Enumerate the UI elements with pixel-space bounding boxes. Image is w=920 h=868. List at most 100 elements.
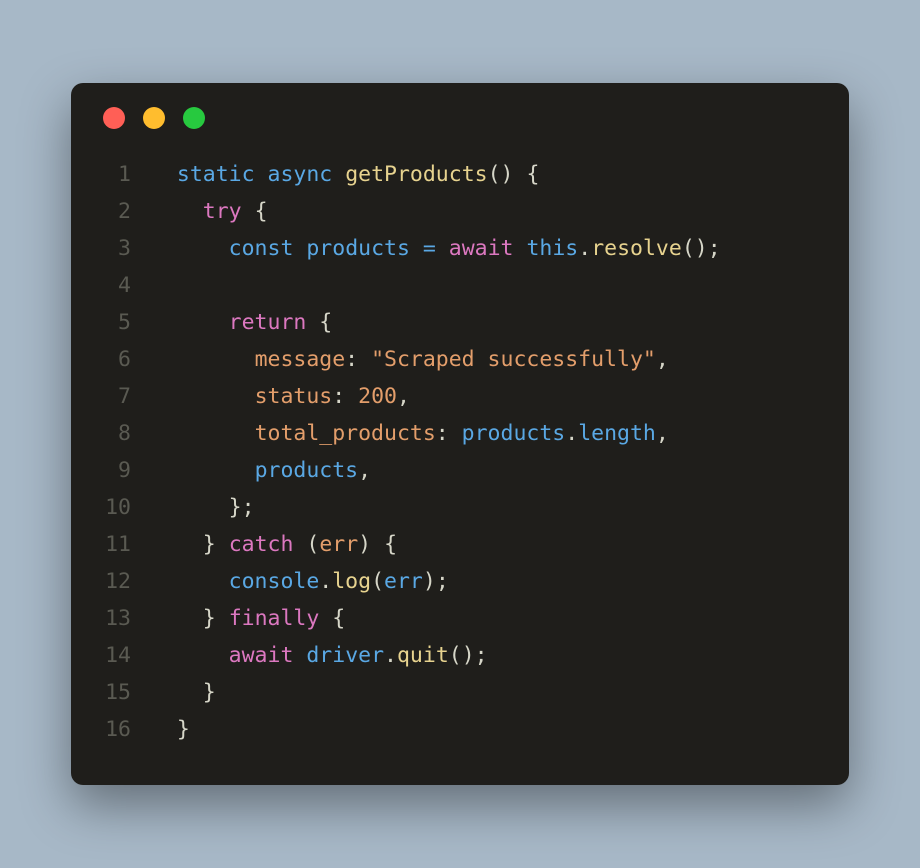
code-content: console.log(err); [151, 564, 449, 601]
token [151, 680, 203, 705]
code-content: } finally { [151, 601, 345, 638]
code-line: 7 status: 200, [95, 379, 825, 416]
code-line: 2 try { [95, 194, 825, 231]
token: total_products [255, 421, 436, 446]
token [293, 236, 306, 261]
maximize-icon[interactable] [183, 107, 205, 129]
code-line: 1 static async getProducts() { [95, 157, 825, 194]
code-content: return { [151, 305, 332, 342]
token [151, 717, 177, 742]
token: catch [229, 532, 294, 557]
code-line: 8 total_products: products.length, [95, 416, 825, 453]
line-number: 1 [95, 157, 151, 194]
line-number: 14 [95, 638, 151, 675]
token: } [203, 680, 216, 705]
token: driver [306, 643, 384, 668]
code-content: message: "Scraped successfully", [151, 342, 669, 379]
token: ( [306, 532, 319, 557]
code-line: 15 } [95, 675, 825, 712]
token [151, 569, 229, 594]
code-line: 3 const products = await this.resolve(); [95, 231, 825, 268]
token: quit [397, 643, 449, 668]
token [410, 236, 423, 261]
token: : [436, 421, 462, 446]
token: } [203, 532, 216, 557]
code-line: 5 return { [95, 305, 825, 342]
token: await [229, 643, 294, 668]
token: "Scraped successfully" [371, 347, 656, 372]
code-line: 6 message: "Scraped successfully", [95, 342, 825, 379]
token: , [656, 347, 669, 372]
code-line: 16 } [95, 712, 825, 749]
line-number: 6 [95, 342, 151, 379]
token: await [449, 236, 514, 261]
token: { [332, 606, 345, 631]
token: }; [229, 495, 255, 520]
token [293, 532, 306, 557]
line-number: 11 [95, 527, 151, 564]
code-line: 11 } catch (err) { [95, 527, 825, 564]
line-number: 10 [95, 490, 151, 527]
token: const [229, 236, 294, 261]
code-content: }; [151, 490, 255, 527]
line-number: 3 [95, 231, 151, 268]
code-line: 9 products, [95, 453, 825, 490]
token: { [384, 532, 397, 557]
line-number: 9 [95, 453, 151, 490]
code-content: static async getProducts() { [151, 157, 539, 194]
close-icon[interactable] [103, 107, 125, 129]
code-line: 12 console.log(err); [95, 564, 825, 601]
code-content: try { [151, 194, 268, 231]
token: err [319, 532, 358, 557]
token: log [332, 569, 371, 594]
token: finally [229, 606, 320, 631]
code-content: status: 200, [151, 379, 410, 416]
token [514, 236, 527, 261]
code-line: 14 await driver.quit(); [95, 638, 825, 675]
token [151, 421, 255, 446]
token: products [255, 458, 359, 483]
line-number: 8 [95, 416, 151, 453]
token: , [656, 421, 669, 446]
token: 200 [358, 384, 397, 409]
token [255, 162, 268, 187]
token: : [345, 347, 371, 372]
token [371, 532, 384, 557]
minimize-icon[interactable] [143, 107, 165, 129]
token [242, 199, 255, 224]
token: ( [371, 569, 384, 594]
token: { [526, 162, 539, 187]
token [436, 236, 449, 261]
token [151, 347, 255, 372]
token: resolve [591, 236, 682, 261]
line-number: 13 [95, 601, 151, 638]
line-number: 7 [95, 379, 151, 416]
code-content: products, [151, 453, 371, 490]
token: } [203, 606, 216, 631]
token: } [177, 717, 190, 742]
token: , [358, 458, 371, 483]
token: length [578, 421, 656, 446]
token: getProducts [345, 162, 487, 187]
token: products [306, 236, 410, 261]
token [319, 606, 332, 631]
token: message [255, 347, 346, 372]
line-number: 2 [95, 194, 151, 231]
code-content: } catch (err) { [151, 527, 397, 564]
token: (); [682, 236, 721, 261]
token: : [332, 384, 358, 409]
token: ) [358, 532, 371, 557]
code-line: 4 [95, 268, 825, 305]
token: console [229, 569, 320, 594]
token: = [423, 236, 436, 261]
token [151, 236, 229, 261]
token [306, 310, 319, 335]
token [151, 532, 203, 557]
line-number: 5 [95, 305, 151, 342]
token: . [384, 643, 397, 668]
token: async [268, 162, 333, 187]
code-content: } [151, 675, 216, 712]
window-controls [95, 107, 825, 129]
token: this [526, 236, 578, 261]
token [151, 495, 229, 520]
